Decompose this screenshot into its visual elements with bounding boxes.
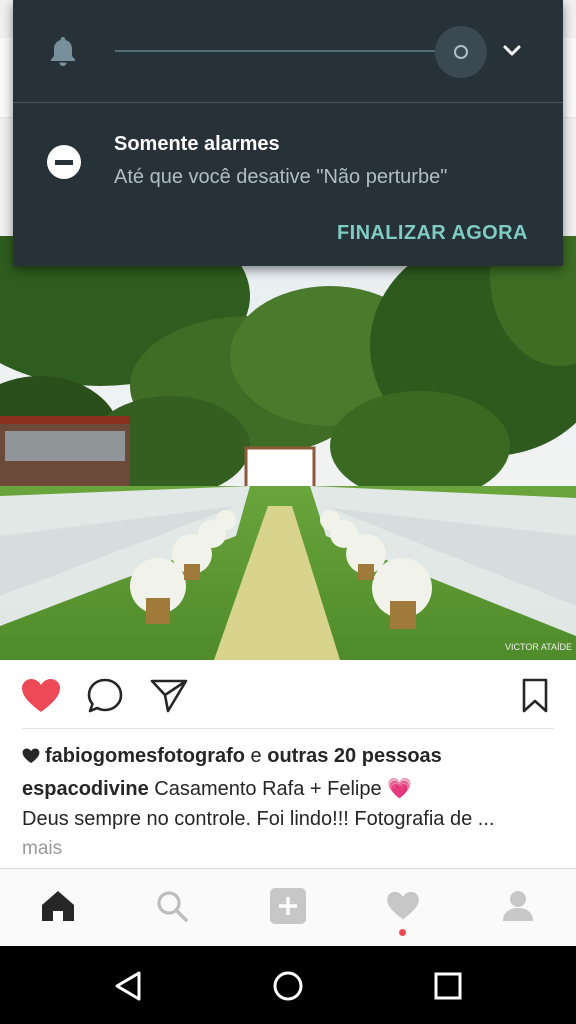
caption-text: Casamento Rafa + Felipe: [148, 778, 388, 800]
volume-slider-thumb[interactable]: [435, 26, 487, 78]
caption-line-1: espacodivine Casamento Rafa + Felipe 💗: [22, 775, 412, 803]
volume-slider[interactable]: [115, 50, 460, 52]
slider-knob: [454, 45, 468, 59]
share-button[interactable]: [148, 676, 190, 716]
add-icon: [270, 888, 306, 924]
wedding-photo-illustration: VICTOR ATAÍDE: [0, 236, 576, 660]
end-now-button[interactable]: FINALIZAR AGORA: [337, 222, 528, 245]
shade-divider: [13, 102, 563, 103]
post-photo[interactable]: VICTOR ATAÍDE: [0, 236, 576, 660]
tab-profile[interactable]: [495, 883, 541, 929]
share-icon: [150, 679, 188, 713]
profile-icon: [503, 891, 533, 921]
heart-filled-icon: [22, 679, 60, 712]
do-not-disturb-icon: [47, 145, 81, 179]
back-button[interactable]: [106, 964, 150, 1008]
liked-by-user-link[interactable]: fabiogomesfotografo: [45, 742, 245, 770]
home-circle-icon: [273, 971, 303, 1001]
comment-button[interactable]: [84, 676, 126, 716]
system-navigation-bar: [0, 946, 576, 1024]
bell-icon: [51, 37, 75, 66]
caption-username-link[interactable]: espacodivine: [22, 778, 149, 800]
activity-icon: [387, 891, 419, 920]
home-system-button[interactable]: [266, 964, 310, 1008]
dnd-title: Somente alarmes: [114, 133, 280, 155]
activity-notification-dot: [399, 929, 406, 936]
back-icon: [115, 971, 141, 1001]
save-button[interactable]: [514, 676, 556, 716]
heart-emoji: 💗: [387, 778, 413, 800]
more-link[interactable]: mais: [22, 835, 62, 863]
tab-new-post[interactable]: [265, 883, 311, 929]
recents-button[interactable]: [426, 964, 470, 1008]
liked-connector: e: [245, 745, 268, 767]
expand-volume-button[interactable]: [497, 36, 527, 66]
volume-bell[interactable]: [46, 34, 80, 68]
bottom-tab-bar: [0, 868, 576, 946]
liked-others-link[interactable]: outras 20 pessoas: [267, 742, 442, 770]
post-actions: [0, 660, 576, 730]
caption-line-2: Deus sempre no controle. Foi lindo!!! Fo…: [22, 808, 495, 830]
tab-activity[interactable]: [380, 883, 426, 929]
small-heart-icon: [22, 748, 40, 764]
actions-divider: [22, 728, 554, 729]
recents-icon: [434, 972, 462, 1000]
chevron-down-icon: [503, 45, 521, 56]
notification-shade: Somente alarmes Até que você desative "N…: [13, 0, 563, 266]
tab-search[interactable]: [149, 883, 195, 929]
bookmark-icon: [522, 678, 548, 713]
home-icon: [42, 891, 74, 921]
dnd-subtitle: Até que você desative "Não perturbe": [114, 166, 448, 188]
like-button[interactable]: [20, 676, 62, 716]
likes-summary[interactable]: fabiogomesfotografo e outras 20 pessoas: [22, 742, 442, 770]
photo-watermark: VICTOR ATAÍDE: [505, 642, 572, 652]
comment-icon: [87, 678, 123, 713]
search-icon: [157, 891, 188, 922]
tab-home[interactable]: [35, 883, 81, 929]
